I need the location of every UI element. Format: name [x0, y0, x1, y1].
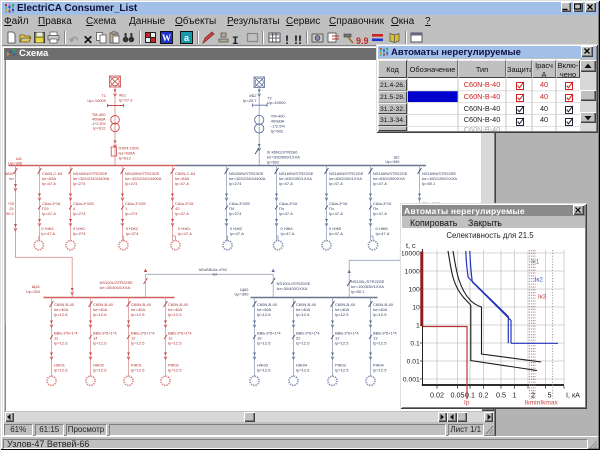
- svg-text:2: 2: [531, 391, 535, 400]
- svg-text:Iр=12.5: Iр=12.5: [335, 368, 349, 373]
- svg-text:Iр=12.6: Iр=12.6: [257, 368, 271, 373]
- svg-text:Uр=394: Uр=394: [25, 289, 40, 294]
- svg-text:СШа-3*105: СШа-3*105: [73, 201, 94, 206]
- svg-text:Iр=274: Iр=274: [229, 211, 242, 216]
- svg-text:Iр=27.9: Iр=27.9: [119, 98, 133, 103]
- svg-text:10: 10: [412, 305, 420, 312]
- svg-text:Iк3: Iк3: [538, 294, 547, 301]
- svg-text:Iр=274: Iр=274: [125, 231, 138, 236]
- svg-text:Iр=12.5: Iр=12.5: [335, 312, 349, 317]
- svg-text:Iр=12.6: Iр=12.6: [54, 368, 68, 373]
- svg-text:IkminIkmax: IkminIkmax: [525, 400, 559, 407]
- svg-text:Iр=12.6: Iр=12.6: [296, 312, 310, 317]
- svg-text:Iр=47.А: Iр=47.А: [175, 181, 189, 186]
- svg-text:0.5: 0.5: [496, 391, 506, 400]
- svg-text:Iр=47.А: Iр=47.А: [279, 211, 293, 216]
- svg-text:I, кА: I, кА: [566, 391, 580, 400]
- svg-text:Uр=390: Uр=390: [234, 292, 249, 297]
- svg-text:100: 100: [408, 287, 420, 294]
- svg-text:Iр=12.6: Iр=12.6: [54, 312, 68, 317]
- svg-text:0.02: 0.02: [430, 391, 444, 400]
- svg-text:Iр=12.6: Iр=12.6: [257, 312, 271, 317]
- svg-text:Iр=12.6: Iр=12.6: [93, 368, 107, 373]
- svg-text:Iр=47.А: Iр=47.А: [41, 231, 55, 236]
- svg-text:0.1: 0.1: [410, 341, 420, 348]
- svg-text:Iр=47.А: Iр=47.А: [329, 211, 343, 216]
- svg-text:Iр=47.А: Iр=47.А: [230, 231, 244, 236]
- svg-text:Iр=274: Iр=274: [73, 211, 86, 216]
- svg-text:0.2: 0.2: [479, 391, 489, 400]
- svg-text:Iкт=30/400/1ХХА: Iкт=30/400/1ХХА: [276, 286, 307, 291]
- svg-text:Iр=602: Iр=602: [267, 160, 280, 165]
- svg-text:Iк2: Iк2: [535, 277, 544, 284]
- svg-text:Iр=47.А: Iр=47.А: [178, 231, 192, 236]
- svg-text:Iкт=30/400/1ХХА: Iкт=30/400/1ХХА: [99, 285, 130, 290]
- svg-text:Iкт: Iкт: [9, 176, 14, 181]
- svg-text:Iр=274: Iр=274: [125, 211, 138, 216]
- svg-text:Iр=47.А: Iр=47.А: [329, 231, 343, 236]
- svg-text:Iр=274: Iр=274: [229, 181, 242, 186]
- svg-text:Iр=12.5: Iр=12.5: [373, 312, 387, 317]
- svg-text:Iр=602: Iр=602: [270, 129, 283, 134]
- svg-text:1: 1: [513, 391, 517, 400]
- svg-text:Iк1: Iк1: [531, 259, 540, 266]
- svg-text:0.01: 0.01: [407, 359, 420, 366]
- svg-text:Б2: Б2: [212, 271, 218, 276]
- svg-text:Iр=47.А: Iр=47.А: [42, 181, 56, 186]
- svg-text:Iр=12.5: Iр=12.5: [131, 312, 145, 317]
- svg-text:Uр=10000: Uр=10000: [87, 98, 106, 103]
- svg-text:1: 1: [416, 323, 420, 330]
- svg-text:Iр=47.А: Iр=47.А: [42, 211, 56, 216]
- svg-text:Iр=12.5: Iр=12.5: [131, 341, 145, 346]
- svg-text:Iр=47.А: Iр=47.А: [373, 211, 387, 216]
- svg-text:Iр=12.6: Iр=12.6: [296, 341, 310, 346]
- svg-text:Iр=47.А: Iр=47.А: [329, 181, 343, 186]
- svg-text:t, с: t, с: [406, 241, 416, 250]
- svg-text:Iр=12.5: Iр=12.5: [168, 368, 182, 373]
- svg-text:0.001: 0.001: [403, 377, 420, 384]
- svg-text:Uр=396: Uр=396: [385, 159, 400, 164]
- svg-text:Iр: Iр: [464, 400, 470, 407]
- svg-text:10000: 10000: [402, 251, 420, 258]
- svg-text:Iр=47.А: Iр=47.А: [175, 211, 189, 216]
- svg-text:Iр=12.6: Iр=12.6: [257, 341, 271, 346]
- svg-text:Iр=12.6: Iр=12.6: [54, 341, 68, 346]
- svg-text:0.05: 0.05: [451, 391, 465, 400]
- svg-text:Iр=12.5: Iр=12.5: [373, 368, 387, 373]
- svg-text:Iр=47.А: Iр=47.А: [375, 231, 389, 236]
- svg-text:50.1: 50.1: [6, 211, 15, 216]
- svg-text:Iр=274: Iр=274: [73, 181, 86, 186]
- svg-text:Iр=12.5: Iр=12.5: [131, 368, 145, 373]
- svg-text:Iр=12.6: Iр=12.6: [296, 368, 310, 373]
- svg-text:5: 5: [548, 391, 552, 400]
- svg-text:Iр=50.1: Iр=50.1: [351, 289, 365, 294]
- svg-text:Iр=47.А: Iр=47.А: [373, 181, 387, 186]
- svg-text:Iр=274: Iр=274: [125, 181, 138, 186]
- svg-text:Iр=12.5: Iр=12.5: [168, 341, 182, 346]
- svg-text:Uр=396: Uр=396: [7, 161, 22, 166]
- svg-text:СШа-3*105: СШа-3*105: [125, 201, 146, 206]
- svg-text:Iр=612: Iр=612: [93, 126, 106, 131]
- svg-text:Iр=50.1: Iр=50.1: [422, 181, 436, 186]
- svg-text:Iр=612: Iр=612: [118, 156, 131, 161]
- svg-text:Iр=47.А: Iр=47.А: [279, 181, 293, 186]
- svg-text:Iр=12.5: Iр=12.5: [168, 312, 182, 317]
- svg-text:W: W: [162, 33, 171, 43]
- svg-text:Iр=12.6: Iр=12.6: [93, 341, 107, 346]
- svg-text:Iр=12.5: Iр=12.5: [335, 341, 349, 346]
- svg-text:Iр=12.6: Iр=12.6: [93, 312, 107, 317]
- svg-text:Iр=25.7: Iр=25.7: [243, 98, 257, 103]
- svg-text:1000: 1000: [405, 269, 420, 276]
- svg-text:Uр=10000: Uр=10000: [267, 100, 286, 105]
- svg-text:Iр=47.А: Iр=47.А: [280, 231, 294, 236]
- svg-text:Iр=12.5: Iр=12.5: [373, 341, 387, 346]
- svg-text:Iр=274: Iр=274: [73, 231, 86, 236]
